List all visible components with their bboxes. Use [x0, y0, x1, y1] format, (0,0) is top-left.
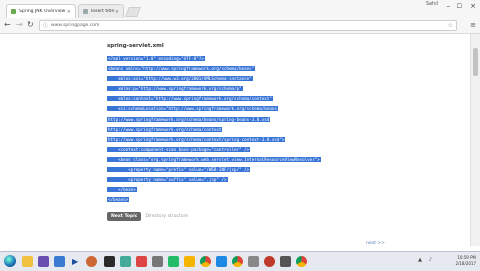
- code-line-text: <beans xmlns="http://www.springframework…: [107, 66, 256, 72]
- page-favicon-icon: [11, 9, 16, 14]
- address-bar[interactable]: ⓘ www.springpage.com ☆: [39, 20, 457, 31]
- url-text[interactable]: www.springpage.com: [51, 23, 99, 28]
- code-line: http://www.springframework.org/schema/co…: [107, 135, 321, 145]
- code-line: http://www.springframework.org/schema/be…: [107, 115, 321, 125]
- reload-icon[interactable]: ↻: [27, 20, 34, 30]
- terminal-icon[interactable]: [104, 256, 115, 267]
- chrome-icon[interactable]: [200, 256, 211, 267]
- next-topic-row: Next Topic Directory structure: [107, 212, 188, 221]
- page-favicon-icon: [83, 9, 88, 14]
- code-line-text: http://www.springframework.org/schema/co…: [107, 136, 286, 142]
- close-tab-icon[interactable]: ×: [67, 9, 71, 15]
- chrome-icon[interactable]: [296, 256, 307, 267]
- forward-arrow-icon[interactable]: →: [16, 20, 23, 30]
- taskbar: ▶ ▲ ♪ 10:59 PM 2/18/2017: [0, 251, 480, 271]
- file-explorer-icon[interactable]: [22, 256, 33, 267]
- next-page-link[interactable]: next >>: [366, 241, 385, 246]
- profile-name[interactable]: Sahil: [426, 1, 438, 7]
- scrollbar-thumb[interactable]: [473, 48, 478, 76]
- clock-date: 2/18/2017: [455, 261, 476, 266]
- app-icon[interactable]: [216, 256, 227, 267]
- code-line-text: xmlns:p="http://www.springframework.org/…: [107, 86, 243, 92]
- bookmark-star-icon[interactable]: ☆: [448, 22, 453, 29]
- app-icon[interactable]: [280, 256, 291, 267]
- notepad-icon[interactable]: [54, 256, 65, 267]
- chrome-icon[interactable]: [232, 256, 243, 267]
- vertical-scrollbar[interactable]: [470, 34, 480, 246]
- tab-title: Insert title here: [91, 9, 115, 14]
- browser-window: Spring JNK Overview × Insert title here …: [0, 0, 480, 271]
- code-line: <?xml version="1.0" encoding="UTF-8"?>: [107, 54, 321, 64]
- code-line: <property name="suffix" value=".jsp" />: [107, 175, 321, 185]
- next-topic-button[interactable]: Next Topic: [107, 212, 142, 221]
- new-tab-button[interactable]: [125, 7, 141, 17]
- code-line: http://www.springframework.org/schema/co…: [107, 125, 321, 135]
- app-icon[interactable]: [168, 256, 179, 267]
- page-title: spring-servlet.xml: [107, 43, 164, 49]
- code-line: xsi:schemaLocation="http://www.springfra…: [107, 104, 321, 114]
- app-icon[interactable]: [136, 256, 147, 267]
- system-clock[interactable]: 10:59 PM 2/18/2017: [455, 255, 476, 267]
- browser-toolbar: ← → ↻ ⓘ www.springpage.com ☆ ≡: [0, 18, 480, 34]
- page-info-icon[interactable]: ⓘ: [43, 22, 48, 29]
- code-line: </beans>: [107, 195, 321, 205]
- code-line-text: xmlns:xsi="http://www.w3.org/2001/XMLSch…: [107, 76, 253, 82]
- code-line: xmlns:context="http://www.springframewor…: [107, 94, 321, 104]
- app-icon[interactable]: [184, 256, 195, 267]
- code-line: <bean class="org.springframework.web.ser…: [107, 155, 321, 165]
- code-line: <context:component-scan base-package="co…: [107, 145, 321, 155]
- code-line-text: <property name="prefix" value="/WEB-INF/…: [107, 167, 251, 173]
- close-window-icon[interactable]: ×: [470, 2, 476, 10]
- minimize-icon[interactable]: –: [447, 2, 451, 10]
- app-icon[interactable]: [152, 256, 163, 267]
- tab-title: Spring JNK Overview: [19, 9, 66, 14]
- code-line-text: xmlns:context="http://www.springframewor…: [107, 96, 273, 102]
- code-line-text: <?xml version="1.0" encoding="UTF-8"?>: [107, 56, 205, 61]
- app-icon[interactable]: [264, 256, 275, 267]
- code-line: <beans xmlns="http://www.springframework…: [107, 64, 321, 74]
- code-line: xmlns:p="http://www.springframework.org/…: [107, 84, 321, 94]
- tab-bar: Spring JNK Overview × Insert title here …: [0, 0, 480, 19]
- code-line-text: http://www.springframework.org/schema/be…: [107, 116, 271, 122]
- code-line-text: <bean class="org.springframework.web.ser…: [107, 156, 321, 162]
- eclipse-icon[interactable]: [38, 256, 49, 267]
- code-line: xmlns:xsi="http://www.w3.org/2001/XMLSch…: [107, 74, 321, 84]
- network-icon[interactable]: ▲: [418, 257, 422, 263]
- tab-spring-overview[interactable]: Spring JNK Overview ×: [6, 4, 76, 18]
- next-topic-title[interactable]: Directory structure: [145, 214, 188, 219]
- app-icon[interactable]: [120, 256, 131, 267]
- menu-icon[interactable]: ≡: [470, 21, 476, 29]
- code-line-text: http://www.springframework.org/schema/co…: [107, 126, 223, 132]
- code-line-text: </bean>: [107, 187, 137, 193]
- media-player-icon[interactable]: ▶: [72, 256, 78, 267]
- code-line: </bean>: [107, 185, 321, 195]
- code-line-text: xsi:schemaLocation="http://www.springfra…: [107, 106, 278, 112]
- volume-icon[interactable]: ♪: [429, 257, 432, 263]
- code-line-text: </beans>: [107, 197, 130, 203]
- back-arrow-icon[interactable]: ←: [4, 20, 11, 30]
- tab-insert-title[interactable]: Insert title here ×: [78, 4, 124, 18]
- code-line-text: <context:component-scan base-package="co…: [107, 146, 251, 152]
- code-block: <?xml version="1.0" encoding="UTF-8"?> <b…: [107, 54, 321, 205]
- app-icon[interactable]: [248, 256, 259, 267]
- firefox-icon[interactable]: [86, 256, 97, 267]
- close-tab-icon[interactable]: ×: [115, 9, 119, 15]
- maximize-icon[interactable]: ☐: [457, 3, 462, 10]
- code-line: <property name="prefix" value="/WEB-INF/…: [107, 165, 321, 175]
- start-button-icon[interactable]: [4, 255, 16, 267]
- code-line-text: <property name="suffix" value=".jsp" />: [107, 177, 228, 183]
